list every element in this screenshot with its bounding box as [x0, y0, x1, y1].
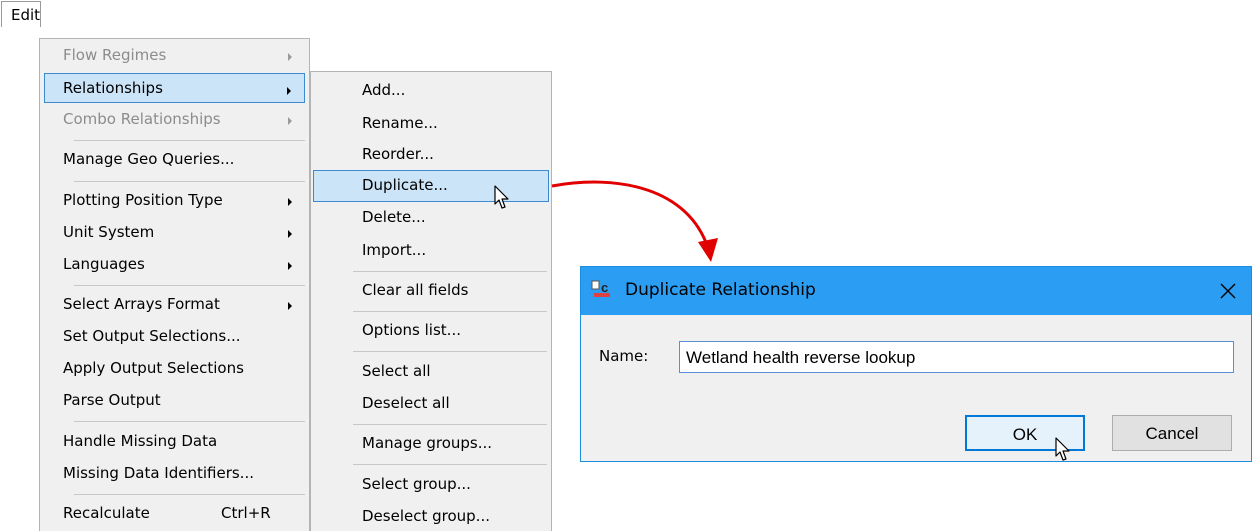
menu-item-deselect-group[interactable]: Deselect group...: [313, 501, 549, 531]
dialog-titlebar: c Duplicate Relationship: [581, 267, 1251, 315]
submenu-arrow-icon: [288, 302, 292, 310]
menu-item-plotting-position-type[interactable]: Plotting Position Type: [44, 185, 305, 215]
menu-item-select-all[interactable]: Select all: [313, 356, 549, 386]
menu-item-label: Add...: [362, 81, 406, 99]
menu-item-languages[interactable]: Languages: [44, 249, 305, 279]
menu-separator: [353, 311, 547, 312]
menu-item-label: Recalculate: [63, 504, 150, 522]
name-input[interactable]: Wetland health reverse lookup: [679, 341, 1234, 373]
submenu-arrow-icon: [288, 117, 292, 125]
menu-item-handle-missing-data[interactable]: Handle Missing Data: [44, 426, 305, 456]
menu-separator: [74, 285, 305, 286]
menu-item-select-arrays-format[interactable]: Select Arrays Format: [44, 289, 305, 319]
menu-item-label: Relationships: [63, 79, 163, 97]
svg-text:c: c: [601, 280, 608, 295]
menu-item-import[interactable]: Import...: [313, 235, 549, 265]
menu-item-label: Languages: [63, 255, 145, 273]
menu-item-manage-geo-queries[interactable]: Manage Geo Queries...: [44, 144, 305, 174]
menu-item-label: Missing Data Identifiers...: [63, 464, 254, 482]
menu-item-label: Duplicate...: [362, 176, 448, 194]
menu-item-flow-regimes[interactable]: Flow Regimes: [44, 40, 305, 70]
duplicate-relationship-dialog: c Duplicate Relationship Name: Wetland h…: [580, 266, 1252, 462]
dialog-title: Duplicate Relationship: [625, 280, 816, 300]
relationships-submenu: Add... Rename... Reorder... Duplicate...…: [310, 71, 552, 531]
menu-separator: [353, 464, 547, 465]
menu-item-label: Deselect group...: [362, 507, 490, 525]
menu-item-label: Options list...: [362, 321, 461, 339]
menu-item-rename[interactable]: Rename...: [313, 108, 549, 138]
menu-item-delete[interactable]: Delete...: [313, 202, 549, 232]
close-icon: [1220, 283, 1236, 299]
submenu-arrow-icon: [287, 87, 291, 95]
menu-item-label: Rename...: [362, 114, 438, 132]
menu-item-label: Combo Relationships: [63, 110, 221, 128]
ok-button[interactable]: OK: [965, 415, 1085, 451]
menu-item-label: Import...: [362, 241, 427, 259]
menu-item-add[interactable]: Add...: [313, 75, 549, 105]
submenu-arrow-icon: [288, 230, 292, 238]
menu-item-set-output-selections[interactable]: Set Output Selections...: [44, 321, 305, 351]
menu-item-apply-output-selections[interactable]: Apply Output Selections: [44, 353, 305, 383]
menu-item-deselect-all[interactable]: Deselect all: [313, 388, 549, 418]
menu-item-label: Plotting Position Type: [63, 191, 223, 209]
menu-item-combo-relationships[interactable]: Combo Relationships: [44, 104, 305, 134]
menu-item-manage-groups[interactable]: Manage groups...: [313, 428, 549, 458]
menu-item-reorder[interactable]: Reorder...: [313, 139, 549, 169]
menu-item-label: Handle Missing Data: [63, 432, 218, 450]
menu-item-relationships[interactable]: Relationships: [44, 73, 305, 103]
edit-menu: Flow Regimes Relationships Combo Relatio…: [39, 38, 310, 531]
menu-item-label: Select group...: [362, 475, 471, 493]
menu-item-label: Reorder...: [362, 145, 434, 163]
menu-item-label: Select Arrays Format: [63, 295, 220, 313]
submenu-arrow-icon: [288, 262, 292, 270]
shortcut-label: Ctrl+R: [221, 504, 271, 522]
menu-item-missing-data-identifiers[interactable]: Missing Data Identifiers...: [44, 458, 305, 488]
menu-item-label: Clear all fields: [362, 281, 469, 299]
menu-item-label: Flow Regimes: [63, 46, 167, 64]
menu-bar: Edit: [0, 0, 1252, 38]
menu-separator: [74, 181, 305, 182]
close-button[interactable]: [1205, 267, 1251, 315]
menu-item-label: Select all: [362, 362, 431, 380]
cancel-button[interactable]: Cancel: [1112, 415, 1232, 451]
menu-item-recalculate[interactable]: Recalculate Ctrl+R: [44, 498, 305, 528]
menu-item-parse-output[interactable]: Parse Output: [44, 385, 305, 415]
menu-item-label: Manage Geo Queries...: [63, 150, 235, 168]
menu-item-unit-system[interactable]: Unit System: [44, 217, 305, 247]
name-label: Name:: [599, 347, 649, 365]
menu-item-label: Unit System: [63, 223, 155, 241]
submenu-arrow-icon: [288, 53, 292, 61]
menu-item-label: Set Output Selections...: [63, 327, 241, 345]
menu-item-label: Deselect all: [362, 394, 450, 412]
menu-separator: [74, 421, 305, 422]
menu-item-label: Delete...: [362, 208, 426, 226]
menu-separator: [353, 271, 547, 272]
menu-edit[interactable]: Edit: [1, 1, 41, 27]
menu-item-label: Apply Output Selections: [63, 359, 244, 377]
menu-item-clear-all-fields[interactable]: Clear all fields: [313, 275, 549, 305]
menu-item-label: Parse Output: [63, 391, 161, 409]
menu-item-label: Manage groups...: [362, 434, 493, 452]
menu-separator: [74, 140, 305, 141]
red-arrow-icon: [551, 180, 718, 262]
menu-separator: [353, 424, 547, 425]
menu-separator: [353, 351, 547, 352]
menu-separator: [74, 494, 305, 495]
menu-item-select-group[interactable]: Select group...: [313, 469, 549, 499]
submenu-arrow-icon: [288, 198, 292, 206]
app-icon: c: [591, 280, 610, 297]
menu-item-duplicate[interactable]: Duplicate...: [313, 170, 549, 202]
menu-item-options-list[interactable]: Options list...: [313, 315, 549, 345]
